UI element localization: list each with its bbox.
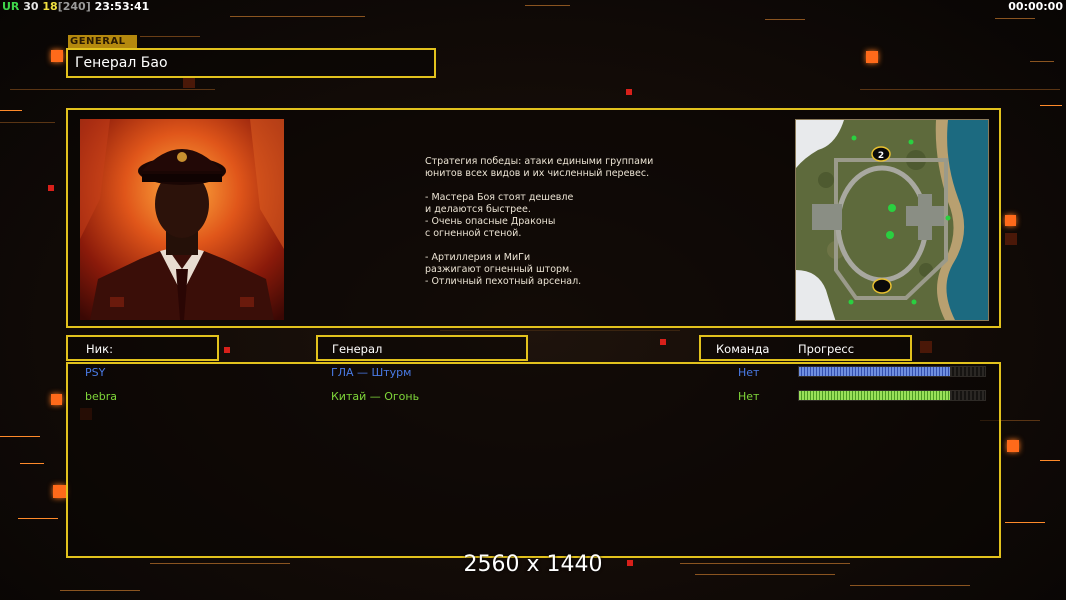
map-preview: 2: [795, 119, 989, 321]
general-portrait: [80, 119, 284, 320]
hud-bracket-value: [240]: [57, 0, 91, 13]
player-progress-bar: [798, 390, 986, 401]
column-general-label: Генерал: [332, 342, 383, 356]
general-name: Генерал Бао: [75, 55, 168, 71]
general-tag: GENERAL: [68, 35, 137, 48]
player-team: Нет: [738, 366, 760, 379]
player-nick: PSY: [85, 366, 106, 379]
general-description: Стратегия победы: атаки едиными группами…: [425, 156, 654, 287]
hud-timer: 00:00:00: [1008, 0, 1063, 13]
column-header-general: Генерал: [316, 335, 528, 361]
player-nick: bebra: [85, 390, 117, 403]
resolution-label: 2560 x 1440: [463, 552, 603, 577]
column-header-nick: Ник:: [66, 335, 219, 361]
player-general: Китай — Огонь: [331, 390, 420, 403]
column-nick-label: Ник:: [86, 342, 113, 356]
column-team-label: Команда: [716, 342, 770, 356]
hud-fps: 30: [23, 0, 39, 13]
hud-ur-label: UR: [2, 0, 20, 13]
hud-stats: UR 30 18[240] 23:53:41: [2, 0, 149, 13]
general-title-box: Генерал Бао: [66, 48, 436, 78]
column-header-team-progress: Команда Прогресс: [699, 335, 912, 361]
hud-clock: 23:53:41: [94, 0, 150, 13]
player-team: Нет: [738, 390, 760, 403]
map-start-badge: 2: [878, 151, 884, 161]
hud-latency: 18: [42, 0, 58, 13]
player-general: ГЛА — Штурм: [331, 366, 412, 379]
column-progress-label: Прогресс: [798, 342, 855, 356]
player-progress-bar: [798, 366, 986, 377]
